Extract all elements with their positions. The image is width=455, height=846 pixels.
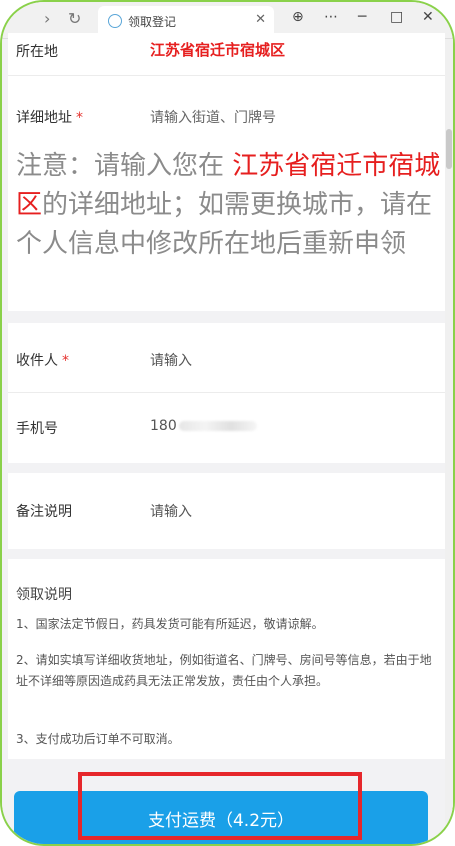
page-content: 所在地 江苏省宿迁市宿城区 详细地址 * 请输入街道、门牌号 注意：请输入您在 江…: [2, 33, 453, 844]
instruction-item: 1、国家法定节假日，药具发货可能有所延迟，敬请谅解。: [16, 617, 324, 631]
more-icon[interactable]: ⋯: [324, 9, 338, 25]
contact-card: 收件人 * 请输入 手机号 180: [8, 323, 445, 463]
device-frame: › ↻ 领取登记 ✕ ⊕ ⋯ ─ □ ✕ 所在地 江苏省宿迁市宿城区 详细地址 *…: [0, 0, 455, 846]
minimize-icon[interactable]: ─: [358, 9, 366, 25]
address-label: 详细地址 *: [16, 110, 83, 126]
pay-shipping-button[interactable]: 支付运费（4.2元）: [14, 791, 428, 844]
location-label: 所在地: [16, 44, 58, 60]
tab-close-icon[interactable]: ✕: [255, 12, 266, 27]
scrollbar[interactable]: [445, 39, 453, 844]
remark-input[interactable]: 请输入: [150, 501, 192, 521]
phone-label: 手机号: [16, 421, 58, 437]
instruction-item: 3、支付成功后订单不可取消。: [16, 732, 180, 746]
recipient-label: 收件人 *: [16, 353, 69, 369]
recipient-input[interactable]: 请输入: [150, 350, 192, 370]
instructions-title: 领取说明: [16, 587, 72, 603]
maximize-icon[interactable]: □: [390, 9, 403, 25]
remark-card: 备注说明 请输入: [8, 473, 445, 549]
tab-title: 领取登记: [128, 15, 177, 29]
forward-icon[interactable]: ›: [44, 10, 50, 28]
address-card: 所在地 江苏省宿迁市宿城区 详细地址 * 请输入街道、门牌号 注意：请输入您在 江…: [8, 33, 445, 311]
divider: [8, 75, 445, 76]
browser-tab[interactable]: 领取登记 ✕: [98, 6, 274, 36]
redacted-blur: [178, 421, 257, 431]
refresh-icon[interactable]: ↻: [68, 10, 81, 28]
site-favicon-icon: [108, 14, 122, 28]
scrollbar-thumb[interactable]: [446, 129, 452, 169]
instruction-item: 2、请如实填写详细收货地址，例如街道名、门牌号、房间号等信息，若由于地址不详细等…: [16, 653, 432, 688]
remark-label: 备注说明: [16, 504, 72, 520]
globe-icon[interactable]: ⊕: [292, 9, 304, 25]
address-input[interactable]: 请输入街道、门牌号: [150, 107, 276, 127]
divider: [8, 392, 445, 393]
phone-input[interactable]: 180: [150, 418, 257, 434]
address-notice: 注意：请输入您在 江苏省宿迁市宿城区的详细地址；如需更换城市，请在个人信息中修改…: [16, 151, 441, 259]
instructions-card: 领取说明 1、国家法定节假日，药具发货可能有所延迟，敬请谅解。 2、请如实填写详…: [8, 559, 445, 759]
window-close-icon[interactable]: ✕: [422, 9, 434, 25]
location-value: 江苏省宿迁市宿城区: [150, 41, 286, 59]
